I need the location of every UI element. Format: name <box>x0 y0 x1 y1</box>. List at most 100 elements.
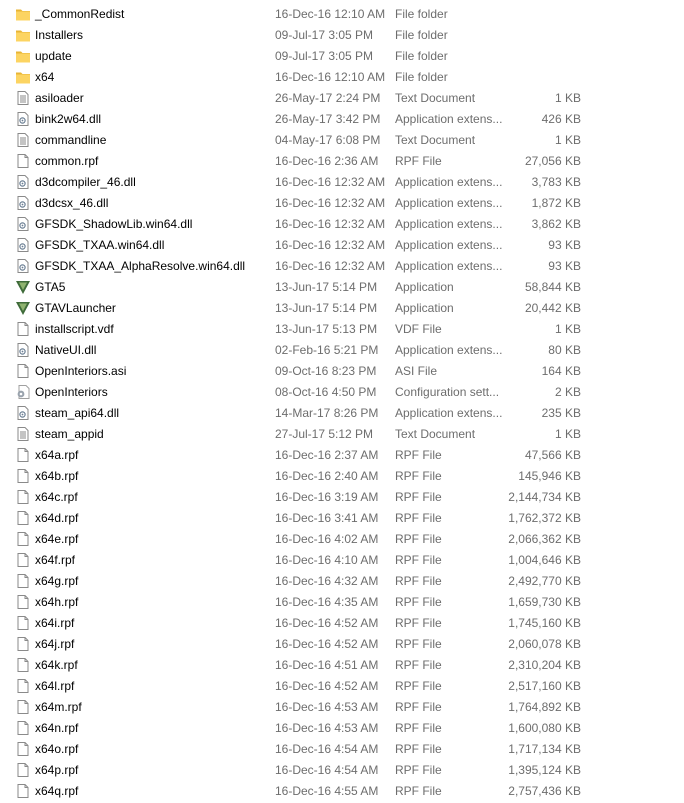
file-row[interactable]: x64e.rpf 16-Dec-16 4:02 AM RPF File 2,06… <box>0 529 684 550</box>
file-date-modified: 16-Dec-16 2:36 AM <box>275 154 379 168</box>
file-date-modified: 13-Jun-17 5:14 PM <box>275 301 378 315</box>
file-date-modified: 16-Dec-16 2:37 AM <box>275 448 379 462</box>
blank-file-icon <box>15 741 31 757</box>
file-row[interactable]: OpenInteriors 08-Oct-16 4:50 PM Configur… <box>0 382 684 403</box>
file-row[interactable]: NativeUI.dll 02-Feb-16 5:21 PM Applicati… <box>0 340 684 361</box>
file-row[interactable]: x64q.rpf 16-Dec-16 4:55 AM RPF File 2,75… <box>0 781 684 802</box>
dll-file-icon <box>15 195 31 211</box>
file-name: GFSDK_ShadowLib.win64.dll <box>35 217 193 231</box>
file-type: Application extens... <box>395 217 503 231</box>
file-name: x64q.rpf <box>35 784 79 798</box>
file-row[interactable]: _CommonRedist 16-Dec-16 12:10 AM File fo… <box>0 4 684 25</box>
file-type: Application extens... <box>395 406 503 420</box>
file-date-modified: 14-Mar-17 8:26 PM <box>275 406 379 420</box>
file-size: 1 KB <box>554 427 581 441</box>
file-name: bink2w64.dll <box>35 112 102 126</box>
file-row[interactable]: Installers 09-Jul-17 3:05 PM File folder <box>0 25 684 46</box>
text-file-icon <box>15 132 31 148</box>
file-row[interactable]: x64 16-Dec-16 12:10 AM File folder <box>0 67 684 88</box>
file-row[interactable]: x64f.rpf 16-Dec-16 4:10 AM RPF File 1,00… <box>0 550 684 571</box>
file-row[interactable]: d3dcsx_46.dll 16-Dec-16 12:32 AM Applica… <box>0 193 684 214</box>
file-date-modified: 16-Dec-16 12:32 AM <box>275 238 386 252</box>
file-size: 426 KB <box>541 112 581 126</box>
file-row[interactable]: x64j.rpf 16-Dec-16 4:52 AM RPF File 2,06… <box>0 634 684 655</box>
file-size: 1,600,080 KB <box>508 721 581 735</box>
file-type: RPF File <box>395 616 442 630</box>
file-row[interactable]: x64m.rpf 16-Dec-16 4:53 AM RPF File 1,76… <box>0 697 684 718</box>
file-row[interactable]: asiloader 26-May-17 2:24 PM Text Documen… <box>0 88 684 109</box>
file-row[interactable]: d3dcompiler_46.dll 16-Dec-16 12:32 AM Ap… <box>0 172 684 193</box>
file-name: x64g.rpf <box>35 574 79 588</box>
file-row[interactable]: GFSDK_ShadowLib.win64.dll 16-Dec-16 12:3… <box>0 214 684 235</box>
file-name: x64l.rpf <box>35 679 75 693</box>
file-row[interactable]: steam_api64.dll 14-Mar-17 8:26 PM Applic… <box>0 403 684 424</box>
file-type: Application <box>395 280 454 294</box>
file-name: x64o.rpf <box>35 742 79 756</box>
file-size: 1 KB <box>554 91 581 105</box>
file-type: Text Document <box>395 427 476 441</box>
file-row[interactable]: x64c.rpf 16-Dec-16 3:19 AM RPF File 2,14… <box>0 487 684 508</box>
file-row[interactable]: commandline 04-May-17 6:08 PM Text Docum… <box>0 130 684 151</box>
file-row[interactable]: x64a.rpf 16-Dec-16 2:37 AM RPF File 47,5… <box>0 445 684 466</box>
file-name: x64a.rpf <box>35 448 79 462</box>
blank-file-icon <box>15 531 31 547</box>
file-row[interactable]: common.rpf 16-Dec-16 2:36 AM RPF File 27… <box>0 151 684 172</box>
file-name: x64h.rpf <box>35 595 79 609</box>
file-date-modified: 13-Jun-17 5:13 PM <box>275 322 378 336</box>
blank-file-icon <box>15 321 31 337</box>
file-date-modified: 09-Jul-17 3:05 PM <box>275 49 374 63</box>
file-row[interactable]: x64h.rpf 16-Dec-16 4:35 AM RPF File 1,65… <box>0 592 684 613</box>
blank-file-icon <box>15 573 31 589</box>
blank-file-icon <box>15 489 31 505</box>
file-type: RPF File <box>395 658 442 672</box>
dll-file-icon <box>15 111 31 127</box>
dll-file-icon <box>15 174 31 190</box>
file-size: 1,764,892 KB <box>508 700 581 714</box>
file-row[interactable]: OpenInteriors.asi 09-Oct-16 8:23 PM ASI … <box>0 361 684 382</box>
file-row[interactable]: x64b.rpf 16-Dec-16 2:40 AM RPF File 145,… <box>0 466 684 487</box>
file-type: Application extens... <box>395 343 503 357</box>
file-size: 3,783 KB <box>531 175 581 189</box>
file-date-modified: 16-Dec-16 12:32 AM <box>275 217 386 231</box>
file-size: 1,745,160 KB <box>508 616 581 630</box>
file-row[interactable]: x64p.rpf 16-Dec-16 4:54 AM RPF File 1,39… <box>0 760 684 781</box>
file-type: Application extens... <box>395 259 503 273</box>
file-name: common.rpf <box>35 154 99 168</box>
blank-file-icon <box>15 363 31 379</box>
file-row[interactable]: GFSDK_TXAA.win64.dll 16-Dec-16 12:32 AM … <box>0 235 684 256</box>
file-name: steam_api64.dll <box>35 406 120 420</box>
file-type: RPF File <box>395 595 442 609</box>
file-size: 27,056 KB <box>524 154 581 168</box>
file-date-modified: 16-Dec-16 4:52 AM <box>275 616 379 630</box>
file-list: _CommonRedist 16-Dec-16 12:10 AM File fo… <box>0 0 684 803</box>
file-type: RPF File <box>395 700 442 714</box>
file-name: x64b.rpf <box>35 469 79 483</box>
file-row[interactable]: x64d.rpf 16-Dec-16 3:41 AM RPF File 1,76… <box>0 508 684 529</box>
file-row[interactable]: steam_appid 27-Jul-17 5:12 PM Text Docum… <box>0 424 684 445</box>
gta-v-app-icon <box>15 300 31 316</box>
file-row[interactable]: installscript.vdf 13-Jun-17 5:13 PM VDF … <box>0 319 684 340</box>
file-date-modified: 09-Jul-17 3:05 PM <box>275 28 374 42</box>
file-row[interactable]: GFSDK_TXAA_AlphaResolve.win64.dll 16-Dec… <box>0 256 684 277</box>
file-row[interactable]: GTA5 13-Jun-17 5:14 PM Application 58,84… <box>0 277 684 298</box>
file-row[interactable]: x64k.rpf 16-Dec-16 4:51 AM RPF File 2,31… <box>0 655 684 676</box>
file-row[interactable]: x64n.rpf 16-Dec-16 4:53 AM RPF File 1,60… <box>0 718 684 739</box>
file-name: x64f.rpf <box>35 553 76 567</box>
file-row[interactable]: x64i.rpf 16-Dec-16 4:52 AM RPF File 1,74… <box>0 613 684 634</box>
file-type: Application <box>395 301 454 315</box>
file-row[interactable]: x64l.rpf 16-Dec-16 4:52 AM RPF File 2,51… <box>0 676 684 697</box>
file-row[interactable]: x64g.rpf 16-Dec-16 4:32 AM RPF File 2,49… <box>0 571 684 592</box>
file-row[interactable]: update 09-Jul-17 3:05 PM File folder <box>0 46 684 67</box>
file-row[interactable]: x64o.rpf 16-Dec-16 4:54 AM RPF File 1,71… <box>0 739 684 760</box>
file-name: GFSDK_TXAA_AlphaResolve.win64.dll <box>35 259 246 273</box>
file-size: 2,060,078 KB <box>508 637 581 651</box>
file-size: 145,946 KB <box>518 469 581 483</box>
file-row[interactable]: bink2w64.dll 26-May-17 3:42 PM Applicati… <box>0 109 684 130</box>
file-type: Application extens... <box>395 112 503 126</box>
blank-file-icon <box>15 762 31 778</box>
file-date-modified: 04-May-17 6:08 PM <box>275 133 381 147</box>
file-size: 2,492,770 KB <box>508 574 581 588</box>
file-type: RPF File <box>395 574 442 588</box>
file-size: 164 KB <box>541 364 581 378</box>
file-row[interactable]: GTAVLauncher 13-Jun-17 5:14 PM Applicati… <box>0 298 684 319</box>
